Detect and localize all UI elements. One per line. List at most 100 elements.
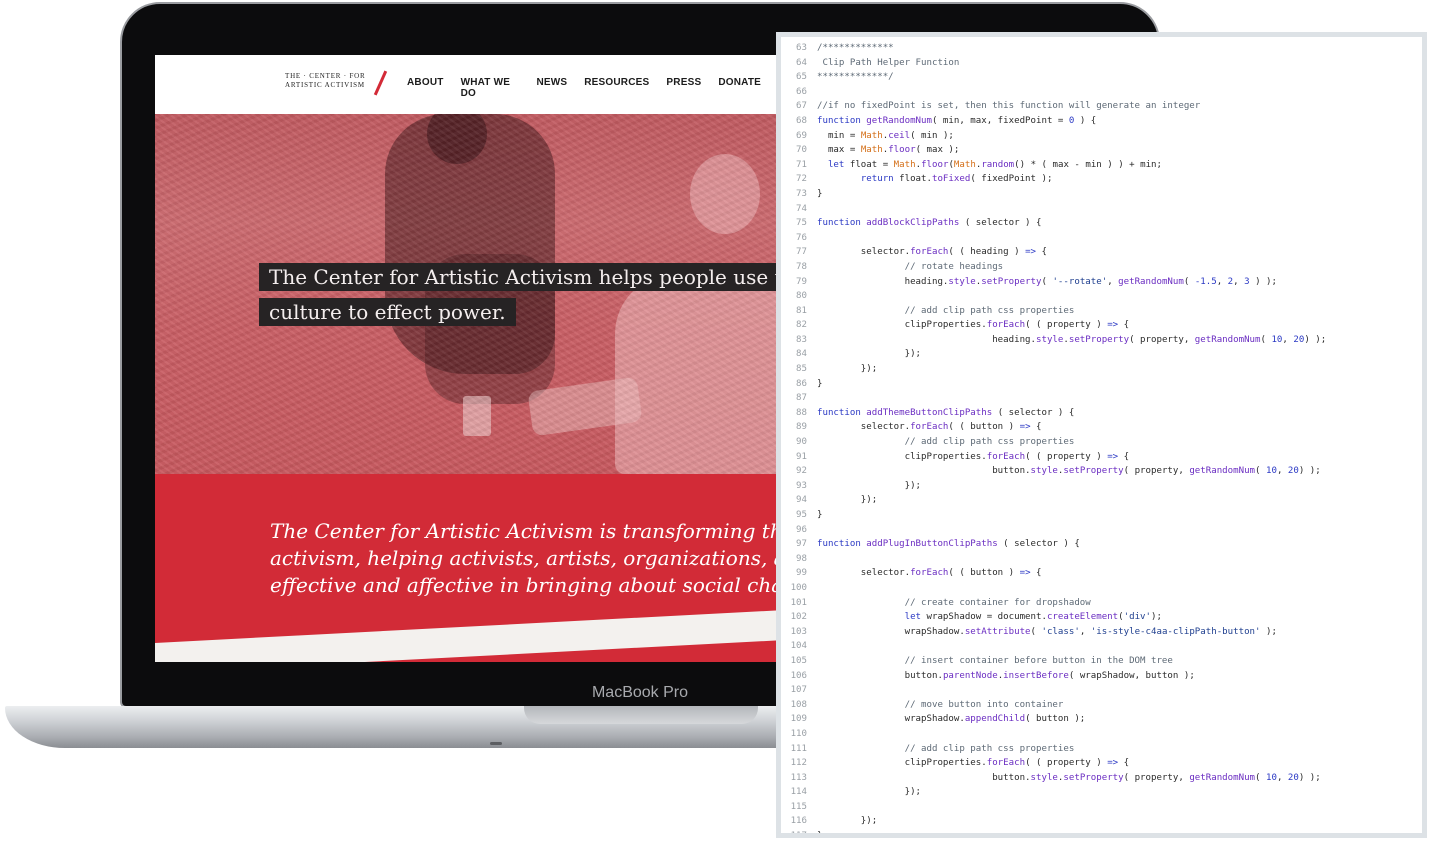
code-text: selector.forEach( ( button ) => { <box>817 422 1042 433</box>
code-line: 89 selector.forEach( ( button ) => { <box>781 420 1422 435</box>
line-number: 88 <box>796 407 807 418</box>
code-line: 79 heading.style.setProperty( '--rotate'… <box>781 275 1422 290</box>
line-number: 93 <box>796 480 807 491</box>
line-number: 98 <box>796 553 807 564</box>
code-text: } <box>817 510 823 520</box>
line-number: 78 <box>796 261 807 272</box>
nav-resources[interactable]: RESOURCES <box>584 77 649 99</box>
line-number: 103 <box>790 626 807 637</box>
line-number: 100 <box>790 582 807 593</box>
code-line: 76 <box>781 231 1422 246</box>
code-text: // add clip path css properties <box>817 305 1075 316</box>
code-line: 117} <box>781 829 1422 838</box>
main-nav: ABOUT WHAT WE DO NEWS RESOURCES PRESS DO… <box>407 77 778 99</box>
code-text: // add clip path css properties <box>817 743 1075 754</box>
code-text: } <box>817 188 823 199</box>
code-text: Clip Path Helper Function <box>817 57 960 68</box>
line-number: 73 <box>796 188 807 199</box>
code-line: 71 let float = Math.floor(Math.random() … <box>781 158 1422 173</box>
nav-donate[interactable]: DONATE <box>718 77 761 99</box>
nav-press[interactable]: PRESS <box>666 77 701 99</box>
code-line: 98 <box>781 552 1422 567</box>
line-number: 85 <box>796 364 807 375</box>
line-number: 72 <box>796 174 807 185</box>
code-text: function getRandomNum( min, max, fixedPo… <box>817 115 1097 126</box>
code-line: 80 <box>781 289 1422 304</box>
nav-news[interactable]: NEWS <box>536 77 567 99</box>
code-line: 115 <box>781 800 1422 815</box>
code-line: 82 clipProperties.forEach( ( property ) … <box>781 318 1422 333</box>
code-line: 102 let wrapShadow = document.createElem… <box>781 610 1422 625</box>
mission-statement: The Center for Artistic Activism is tran… <box>270 518 778 599</box>
code-line: 87 <box>781 391 1422 406</box>
laptop-foot <box>490 742 502 745</box>
logo-line-1: THE · CENTER · FOR <box>285 72 366 80</box>
line-number: 86 <box>796 378 807 389</box>
line-number: 81 <box>796 305 807 316</box>
code-text: function addPlugInButtonClipPaths ( sele… <box>817 539 1080 550</box>
code-text: wrapShadow.appendChild( button ); <box>817 714 1086 725</box>
code-line: 66 <box>781 85 1422 100</box>
code-text: button.style.setProperty( property, getR… <box>817 466 1321 477</box>
code-text: heading.style.setProperty( property, get… <box>817 334 1327 345</box>
code-line: 85 }); <box>781 362 1422 377</box>
hero-headline-line-2: culture to effect power. <box>259 298 516 326</box>
code-text: // add clip path css properties <box>817 437 1075 448</box>
site-logo[interactable]: THE · CENTER · FOR ARTISTIC ACTIVISM <box>285 70 395 96</box>
code-text: // insert container before button in the… <box>817 655 1173 666</box>
line-number: 117 <box>790 831 807 838</box>
line-number: 70 <box>796 145 807 156</box>
code-line: 70 max = Math.floor( max ); <box>781 143 1422 158</box>
mission-line: activism, helping activists, artists, or… <box>270 546 778 570</box>
code-line: 95} <box>781 508 1422 523</box>
line-number: 104 <box>790 641 807 652</box>
line-number: 79 <box>796 276 807 287</box>
code-editor-window[interactable]: 63 /************* 64 Clip Path Helper Func… <box>776 32 1427 838</box>
code-text: let float = Math.floor(Math.random() * (… <box>817 159 1162 170</box>
nav-what-we-do[interactable]: WHAT WE DO <box>461 77 520 99</box>
code-text: wrapShadow.setAttribute( 'class', 'is-st… <box>817 626 1277 637</box>
code-line: 116 }); <box>781 814 1422 829</box>
code-line: 97 function addPlugInButtonClipPaths ( se… <box>781 537 1422 552</box>
code-line: 104 <box>781 639 1422 654</box>
code-line: 91 clipProperties.forEach( ( property ) … <box>781 450 1422 465</box>
device-brand-label: MacBook Pro <box>591 684 689 701</box>
code-line: 88 function addThemeButtonClipPaths ( sel… <box>781 406 1422 421</box>
hero-headline-line-1: The Center for Artistic Activism helps p… <box>259 263 778 291</box>
code-line: 106 button.parentNode.insertBefore( wrap… <box>781 669 1422 684</box>
line-number: 67 <box>796 101 807 112</box>
mission-line: effective and affective in bringing abou… <box>270 573 778 597</box>
code-line: 105 // insert container before button in… <box>781 654 1422 669</box>
line-number: 82 <box>796 320 807 331</box>
code-text: }); <box>817 480 922 491</box>
hero-image: The Center for Artistic Activism helps p… <box>155 114 778 474</box>
line-number: 115 <box>790 801 807 812</box>
code-line: 65 *************/ <box>781 70 1422 85</box>
code-text: //if no fixedPoint is set, then this fun… <box>817 101 1201 112</box>
code-text: button.style.setProperty( property, getR… <box>817 772 1321 783</box>
mission-line: The Center for Artistic Activism is tran… <box>270 519 778 543</box>
line-number: 113 <box>790 772 807 783</box>
code-line: 96 <box>781 523 1422 538</box>
line-number: 116 <box>790 816 807 827</box>
code-line: 107 <box>781 683 1422 698</box>
code-line: 72 return float.toFixed( fixedPoint ); <box>781 172 1422 187</box>
line-number: 92 <box>796 466 807 477</box>
code-line: 90 // add clip path css properties <box>781 435 1422 450</box>
line-number: 108 <box>790 699 807 710</box>
line-number: 109 <box>790 714 807 725</box>
code-line: 77 selector.forEach( ( heading ) => { <box>781 245 1422 260</box>
code-text: // move button into container <box>817 699 1064 710</box>
code-line: 109 wrapShadow.appendChild( button ); <box>781 712 1422 727</box>
code-text: }); <box>817 495 878 506</box>
code-text: selector.forEach( ( button ) => { <box>817 568 1042 579</box>
code-text: // rotate headings <box>817 261 1004 272</box>
code-text: }); <box>817 816 878 827</box>
code-text: let wrapShadow = document.createElement(… <box>817 612 1162 623</box>
code-line: 69 min = Math.ceil( min ); <box>781 129 1422 144</box>
line-number: 69 <box>796 130 807 141</box>
code-line: 92 button.style.setProperty( property, g… <box>781 464 1422 479</box>
line-number: 89 <box>796 422 807 433</box>
nav-about[interactable]: ABOUT <box>407 77 444 99</box>
line-number: 107 <box>790 685 807 696</box>
